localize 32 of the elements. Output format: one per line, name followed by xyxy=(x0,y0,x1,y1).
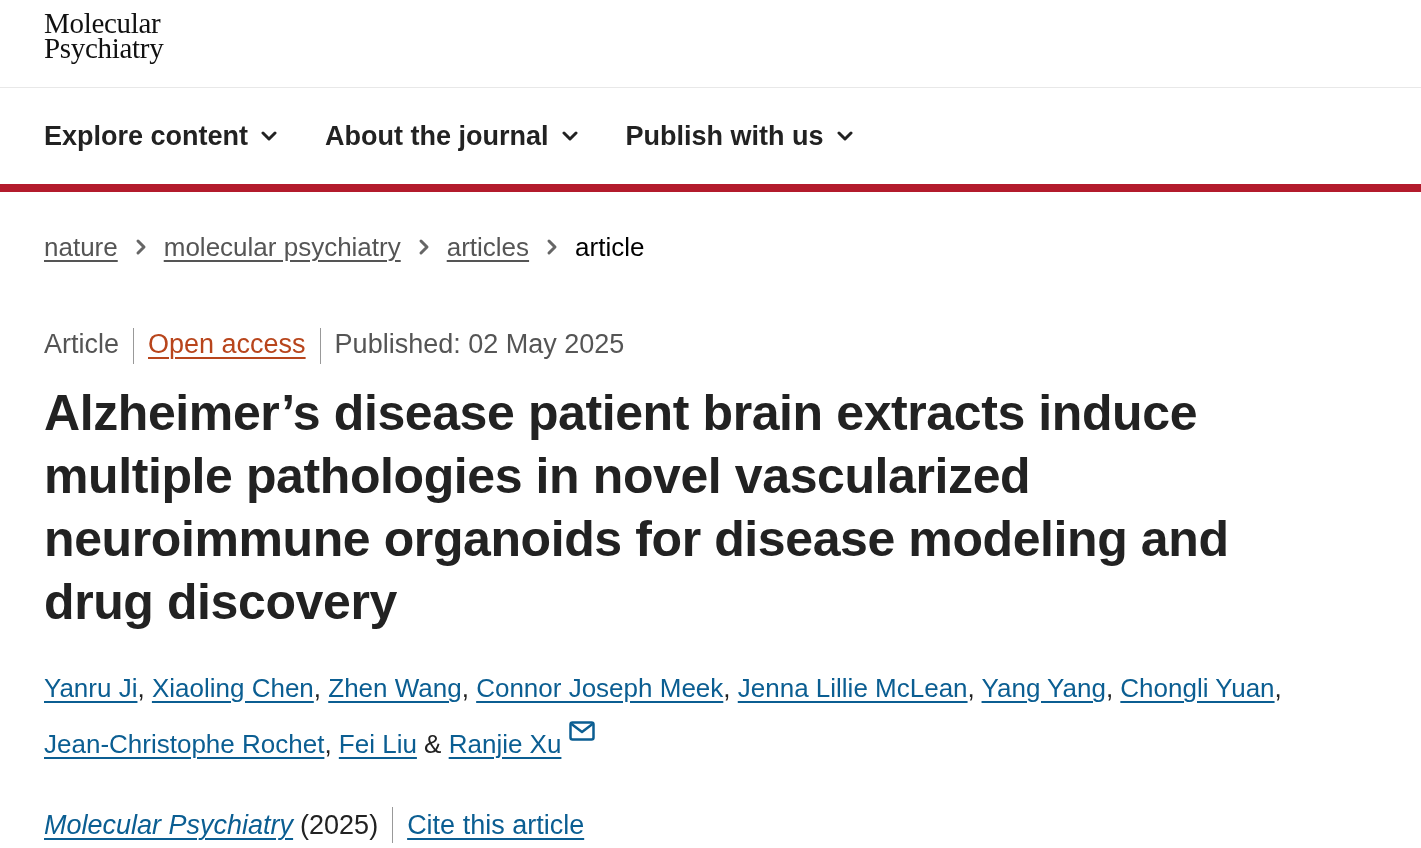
nav-menu-button[interactable]: Explore content xyxy=(44,120,278,152)
article-title: Alzheimer’s disease patient brain extracts induce multiple pathologies in novel vascularized neuroimmune organoids for disease modeling and drug discovery xyxy=(44,384,1230,632)
author-link[interactable]: Ranjie Xu xyxy=(448,729,562,759)
article-type: Article xyxy=(44,329,119,359)
author-link[interactable]: Zhen Wang xyxy=(328,673,462,703)
nav-menu-button[interactable]: About the journal xyxy=(325,120,578,152)
mail-icon[interactable] xyxy=(569,721,596,741)
chevron-right-icon xyxy=(134,238,147,256)
chevron-right-icon xyxy=(546,238,559,256)
published-date: Published: 02 May 2025 xyxy=(334,329,625,359)
breadcrumb-link[interactable]: molecular psychiatry xyxy=(163,232,401,262)
author-list: Yanru Ji, Xiaoling Chen, Zhen Wang, Connor Joseph Meek, Jenna Lillie McLean, Yang Yang, Chongli Yuan, Jean-Christophe Rochet, Fei Liu & Ranjie Xu xyxy=(44,660,1374,772)
chevron-right-icon xyxy=(417,238,430,256)
chevron-down-icon xyxy=(561,131,578,141)
publication-year: (2025) xyxy=(300,809,379,841)
nav-menu-button[interactable]: Publish with us xyxy=(625,120,853,152)
author-link[interactable]: Xiaoling Chen xyxy=(151,673,314,703)
chevron-down-icon xyxy=(836,131,853,141)
cite-article-link[interactable]: Cite this article xyxy=(407,809,585,841)
chevron-down-icon xyxy=(261,131,278,141)
open-access-link[interactable]: Open access xyxy=(148,329,306,359)
breadcrumb-current[interactable]: article xyxy=(575,232,645,262)
breadcrumb-link[interactable]: articles xyxy=(446,232,530,262)
author-link[interactable]: Jenna Lillie McLean xyxy=(737,673,968,703)
author-link[interactable]: Connor Joseph Meek xyxy=(476,673,724,703)
author-link[interactable]: Yanru Ji xyxy=(44,673,138,703)
author-link[interactable]: Fei Liu xyxy=(338,729,417,759)
journal-link[interactable]: Molecular Psychiatry xyxy=(44,809,294,841)
author-link[interactable]: Chongli Yuan xyxy=(1120,673,1275,703)
breadcrumb-link[interactable]: nature xyxy=(44,232,118,262)
author-link[interactable]: Yang Yang xyxy=(981,673,1106,703)
author-link[interactable]: Jean-Christophe Rochet xyxy=(44,729,325,759)
